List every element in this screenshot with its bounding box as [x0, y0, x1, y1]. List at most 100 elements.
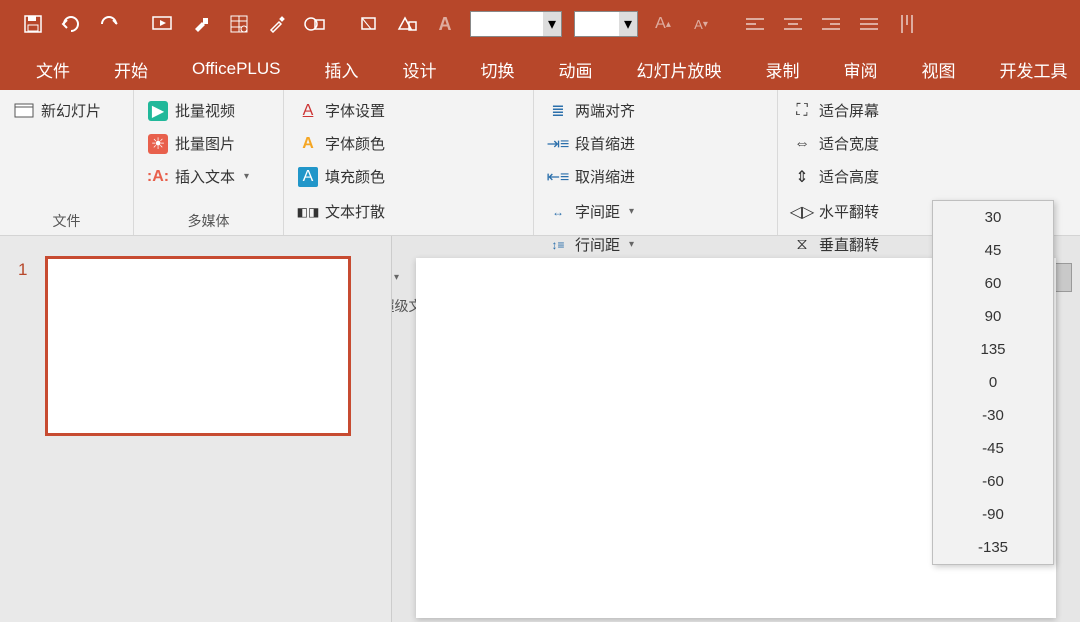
tab-review[interactable]: 审阅	[822, 48, 900, 90]
shape-tool2-icon[interactable]	[394, 11, 420, 37]
batch-video-button[interactable]: ▶ 批量视频	[142, 96, 275, 125]
font-size-combo[interactable]: ▾	[574, 11, 638, 37]
group-multimedia: ▶ 批量视频 ☀ 批量图片 :A: 插入文本 ▾ 多媒体	[134, 90, 284, 235]
angle-option[interactable]: -45	[933, 432, 1053, 465]
angle-option[interactable]: 90	[933, 300, 1053, 333]
group-label: 多媒体	[142, 207, 275, 233]
decrease-font-icon[interactable]: A▾	[688, 11, 714, 37]
tab-view[interactable]: 视图	[900, 48, 978, 90]
insert-table-icon[interactable]	[226, 11, 252, 37]
font-family-combo[interactable]: ▾	[470, 11, 562, 37]
tab-file[interactable]: 文件	[14, 48, 92, 90]
slideshow-start-icon[interactable]	[150, 11, 176, 37]
text-color-icon[interactable]: A	[432, 11, 458, 37]
fit-height-button[interactable]: ⇕ 适合高度	[786, 162, 1072, 191]
label: 插入文本	[175, 166, 235, 187]
text-scatter-icon: ◧◨	[298, 202, 318, 222]
label: 字体颜色	[325, 133, 385, 154]
tab-animations[interactable]: 动画	[537, 48, 615, 90]
label: 适合高度	[819, 166, 879, 187]
font-color-icon: A	[298, 134, 318, 154]
save-icon[interactable]	[20, 11, 46, 37]
ribbon: 新幻灯片 文件 ▶ 批量视频 ☀ 批量图片 :A: 插入文本 ▾ 多媒体	[0, 90, 1080, 236]
angle-option[interactable]: 45	[933, 234, 1053, 267]
fit-screen-icon: ⛶	[792, 101, 812, 121]
label: 段首缩进	[575, 133, 635, 154]
tab-home[interactable]: 开始	[92, 48, 170, 90]
angle-option[interactable]: 0	[933, 366, 1053, 399]
font-setting-icon: A	[298, 101, 318, 121]
char-spacing-button[interactable]: ↔ 字间距 ▾	[542, 197, 769, 226]
remove-indent-button[interactable]: ⇤≡ 取消缩进	[542, 162, 769, 191]
slide-thumbnail[interactable]	[45, 256, 351, 436]
align-justify-icon[interactable]	[856, 11, 882, 37]
fit-width-icon: ⇔	[792, 134, 812, 154]
increase-font-icon[interactable]: A▴	[650, 11, 676, 37]
shapes-icon[interactable]	[302, 11, 328, 37]
label: 填充颜色	[325, 166, 385, 187]
tab-record[interactable]: 录制	[744, 48, 822, 90]
font-color-button[interactable]: A 字体颜色	[292, 129, 525, 158]
align-center-icon[interactable]	[780, 11, 806, 37]
label: 取消缩进	[575, 166, 635, 187]
eyedropper-icon[interactable]	[264, 11, 290, 37]
label: 两端对齐	[575, 100, 635, 121]
undo-icon[interactable]	[58, 11, 84, 37]
group-spacing: ≣ 两端对齐 ⇥≡ 段首缩进 ⇤≡ 取消缩进 ↔ 字间距 ▾	[534, 90, 778, 235]
align-left-icon[interactable]	[742, 11, 768, 37]
label: 字体设置	[325, 100, 385, 121]
label: 文本打散	[325, 201, 385, 222]
label: 批量视频	[175, 100, 235, 121]
new-slide-button[interactable]: 新幻灯片	[8, 96, 125, 125]
outdent-icon: ⇤≡	[548, 167, 568, 187]
flip-h-icon: ◁▷	[792, 202, 812, 222]
angle-option[interactable]: 30	[933, 201, 1053, 234]
angle-option[interactable]: -90	[933, 498, 1053, 531]
angle-option[interactable]: 135	[933, 333, 1053, 366]
fill-color-button[interactable]: A 填充颜色	[292, 162, 525, 191]
shape-tool-icon[interactable]	[356, 11, 382, 37]
angle-option[interactable]: -135	[933, 531, 1053, 564]
insert-text-button[interactable]: :A: 插入文本 ▾	[142, 162, 275, 191]
align-right-icon[interactable]	[818, 11, 844, 37]
label: 新幻灯片	[41, 100, 101, 121]
image-icon: ☀	[148, 134, 168, 154]
indent-first-button[interactable]: ⇥≡ 段首缩进	[542, 129, 769, 158]
tab-slideshow[interactable]: 幻灯片放映	[615, 48, 744, 90]
redo-icon[interactable]	[96, 11, 122, 37]
chevron-down-icon: ▾	[629, 206, 634, 217]
label: 水平翻转	[819, 201, 879, 222]
group-files: 新幻灯片 文件	[0, 90, 134, 235]
group-label: 文件	[8, 207, 125, 233]
video-icon: ▶	[148, 101, 168, 121]
angle-option[interactable]: -60	[933, 465, 1053, 498]
fill-color-icon: A	[298, 167, 318, 187]
slide-number: 1	[18, 256, 27, 602]
tab-transitions[interactable]: 切换	[459, 48, 537, 90]
fit-width-button[interactable]: ⇔ 适合宽度	[786, 129, 1072, 158]
batch-image-button[interactable]: ☀ 批量图片	[142, 129, 275, 158]
justify-icon: ≣	[548, 101, 568, 121]
quick-access-toolbar: A ▾ ▾ A▴ A▾	[0, 0, 1080, 48]
fit-screen-button[interactable]: ⛶ 适合屏幕	[786, 96, 1072, 125]
align-top-icon[interactable]	[894, 11, 920, 37]
label: 适合屏幕	[819, 100, 879, 121]
justify-button[interactable]: ≣ 两端对齐	[542, 96, 769, 125]
indent-icon: ⇥≡	[548, 134, 568, 154]
fit-height-icon: ⇕	[792, 167, 812, 187]
tab-officeplus[interactable]: OfficePLUS	[170, 48, 303, 90]
tab-insert[interactable]: 插入	[303, 48, 381, 90]
workspace: 1	[0, 236, 1080, 622]
tab-developer[interactable]: 开发工具	[978, 48, 1080, 90]
chevron-down-icon: ▾	[244, 171, 249, 182]
angle-dropdown-menu: 30 45 60 90 135 0 -30 -45 -60 -90 -135	[932, 200, 1054, 565]
angle-option[interactable]: -30	[933, 399, 1053, 432]
angle-option[interactable]: 60	[933, 267, 1053, 300]
text-scatter-button[interactable]: ◧◨ 文本打散	[292, 197, 525, 226]
insert-text-icon: :A:	[148, 167, 168, 187]
chevron-down-icon[interactable]: ▾	[619, 12, 637, 36]
format-painter-icon[interactable]	[188, 11, 214, 37]
tab-design[interactable]: 设计	[381, 48, 459, 90]
font-setting-button[interactable]: A 字体设置	[292, 96, 525, 125]
chevron-down-icon[interactable]: ▾	[543, 12, 561, 36]
